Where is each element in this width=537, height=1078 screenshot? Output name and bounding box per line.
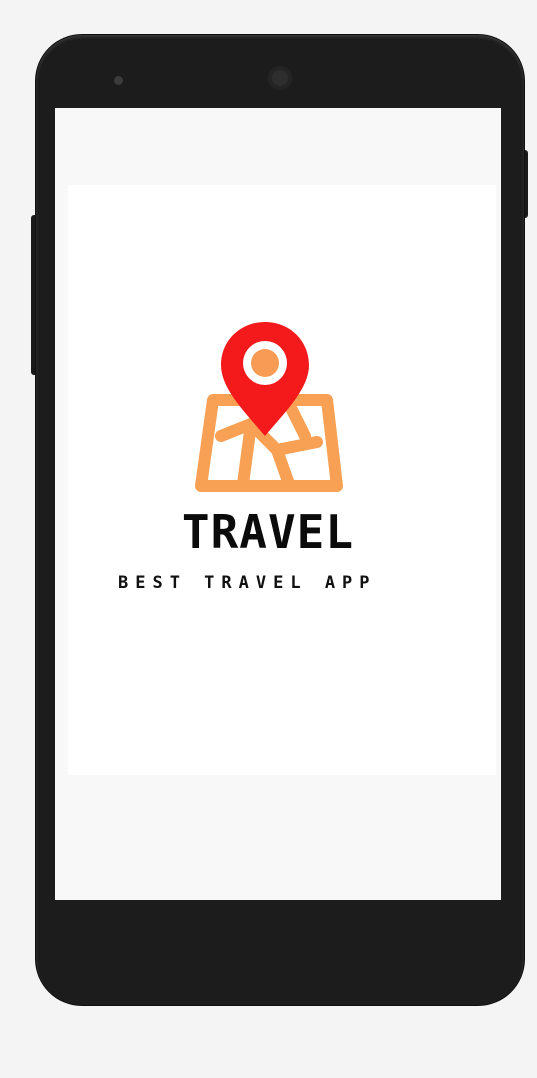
splash-screen: TRAVEL BEST TRAVEL APP bbox=[68, 185, 496, 775]
app-subtitle: BEST TRAVEL APP bbox=[118, 573, 377, 593]
front-camera bbox=[268, 66, 292, 90]
app-title: TRAVEL bbox=[181, 505, 355, 559]
travel-logo-icon bbox=[195, 322, 343, 492]
proximity-sensor bbox=[114, 76, 123, 85]
stage: TRAVEL BEST TRAVEL APP bbox=[0, 0, 537, 1078]
phone-screen: TRAVEL BEST TRAVEL APP bbox=[55, 108, 501, 900]
